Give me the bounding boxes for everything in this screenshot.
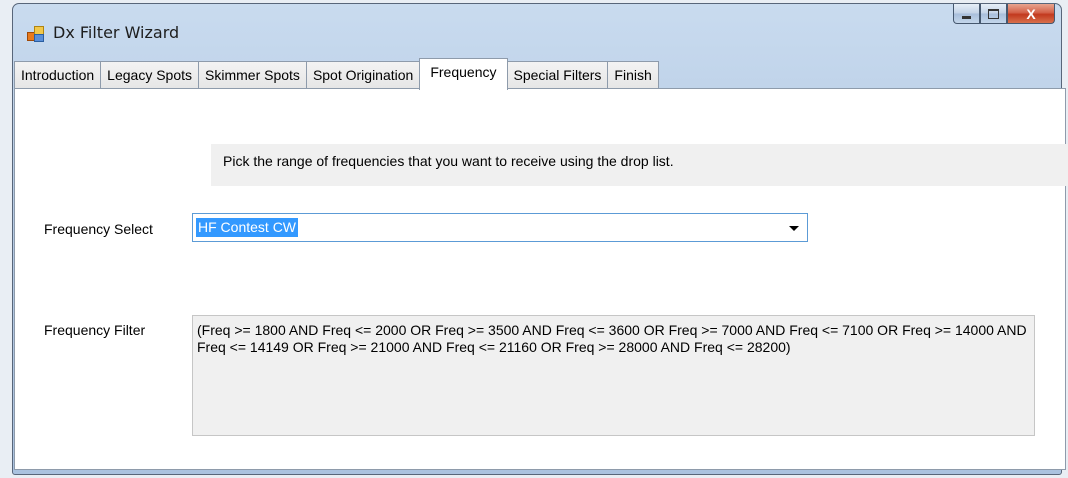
window-title: Dx Filter Wizard	[53, 23, 180, 42]
instruction-box: Pick the range of frequencies that you w…	[211, 144, 1068, 186]
frequency-tab-panel: Pick the range of frequencies that you w…	[14, 88, 1068, 470]
minimize-icon	[962, 15, 971, 19]
frequency-filter-textbox[interactable]: (Freq >= 1800 AND Freq <= 2000 OR Freq >…	[192, 315, 1035, 436]
frequency-filter-label: Frequency Filter	[44, 322, 146, 338]
tab-strip: Introduction Legacy Spots Skimmer Spots …	[14, 58, 1061, 90]
app-icon[interactable]	[27, 26, 44, 42]
frequency-select-value: HF Contest CW	[196, 218, 299, 237]
tab-skimmer-spots[interactable]: Skimmer Spots	[198, 61, 306, 88]
close-button[interactable]: X	[1007, 4, 1055, 24]
chevron-down-icon[interactable]	[789, 226, 799, 231]
title-bar[interactable]: Dx Filter Wizard X	[13, 4, 1061, 56]
close-icon: X	[1026, 5, 1036, 22]
frequency-select-label: Frequency Select	[44, 221, 153, 237]
window-controls: X	[953, 4, 1055, 26]
wizard-window: Dx Filter Wizard X Introduction Legacy S…	[12, 3, 1068, 475]
instruction-text: Pick the range of frequencies that you w…	[223, 153, 674, 169]
tab-introduction[interactable]: Introduction	[14, 61, 101, 88]
maximize-button[interactable]	[980, 4, 1007, 24]
tab-legacy-spots[interactable]: Legacy Spots	[100, 61, 199, 88]
tab-spot-origination[interactable]: Spot Origination	[305, 61, 420, 88]
tab-special-filters[interactable]: Special Filters	[507, 61, 608, 88]
maximize-icon	[988, 8, 999, 19]
tab-frequency[interactable]: Frequency	[419, 58, 508, 90]
tab-finish[interactable]: Finish	[607, 61, 659, 88]
minimize-button[interactable]	[953, 4, 980, 24]
frequency-select-dropdown[interactable]: HF Contest CW	[192, 213, 808, 242]
